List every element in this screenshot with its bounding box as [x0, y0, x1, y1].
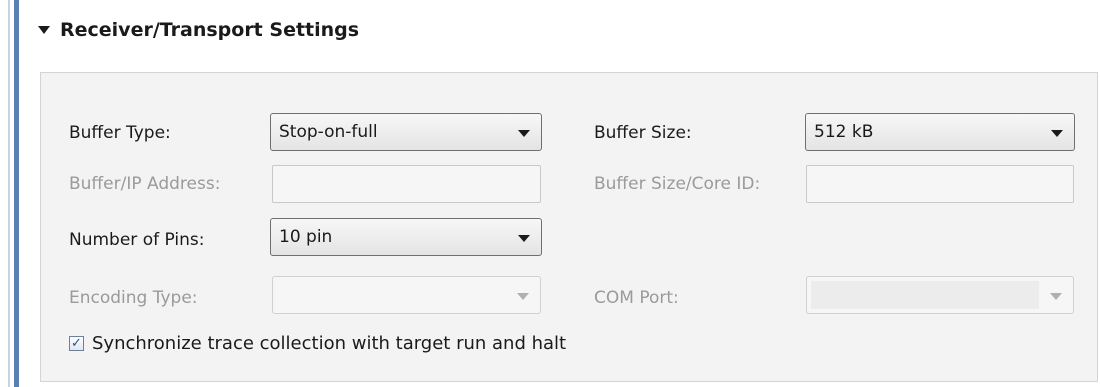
- buffer-type-dropdown[interactable]: Stop-on-full: [270, 113, 542, 151]
- com-port-dropdown: [806, 276, 1074, 314]
- com-port-inner-field: [811, 281, 1039, 309]
- left-rail: [0, 0, 22, 387]
- rail-border: [8, 0, 10, 387]
- buffer-ip-address-field: [272, 165, 541, 203]
- buffer-ip-address-label: Buffer/IP Address:: [69, 174, 221, 194]
- section-title: Receiver/Transport Settings: [60, 19, 360, 41]
- chevron-down-icon: [1050, 293, 1062, 300]
- number-of-pins-value: 10 pin: [279, 227, 333, 247]
- buffer-type-value: Stop-on-full: [279, 122, 378, 142]
- buffer-size-label: Buffer Size:: [594, 123, 692, 143]
- com-port-label: COM Port:: [594, 288, 679, 308]
- encoding-type-label: Encoding Type:: [69, 288, 198, 308]
- buffer-size-core-id-label: Buffer Size/Core ID:: [594, 174, 761, 194]
- section-header[interactable]: Receiver/Transport Settings: [38, 12, 359, 48]
- checkmark-icon: ✓: [71, 336, 82, 351]
- rail-accent-bar: [14, 0, 19, 387]
- expand-caret-icon[interactable]: [38, 26, 50, 34]
- buffer-size-dropdown[interactable]: 512 kB: [805, 113, 1075, 151]
- number-of-pins-label: Number of Pins:: [69, 230, 205, 250]
- chevron-down-icon: [518, 235, 530, 242]
- chevron-down-icon: [517, 293, 529, 300]
- number-of-pins-dropdown[interactable]: 10 pin: [270, 218, 542, 256]
- chevron-down-icon: [1051, 130, 1063, 137]
- buffer-size-core-id-field: [806, 165, 1074, 203]
- encoding-type-dropdown: [272, 276, 541, 314]
- chevron-down-icon: [518, 130, 530, 137]
- sync-trace-checkbox[interactable]: ✓: [69, 336, 84, 351]
- buffer-size-value: 512 kB: [814, 122, 874, 142]
- buffer-type-label: Buffer Type:: [69, 123, 171, 143]
- sync-trace-option[interactable]: ✓ Synchronize trace collection with targ…: [69, 333, 566, 354]
- sync-trace-label[interactable]: Synchronize trace collection with target…: [92, 333, 566, 354]
